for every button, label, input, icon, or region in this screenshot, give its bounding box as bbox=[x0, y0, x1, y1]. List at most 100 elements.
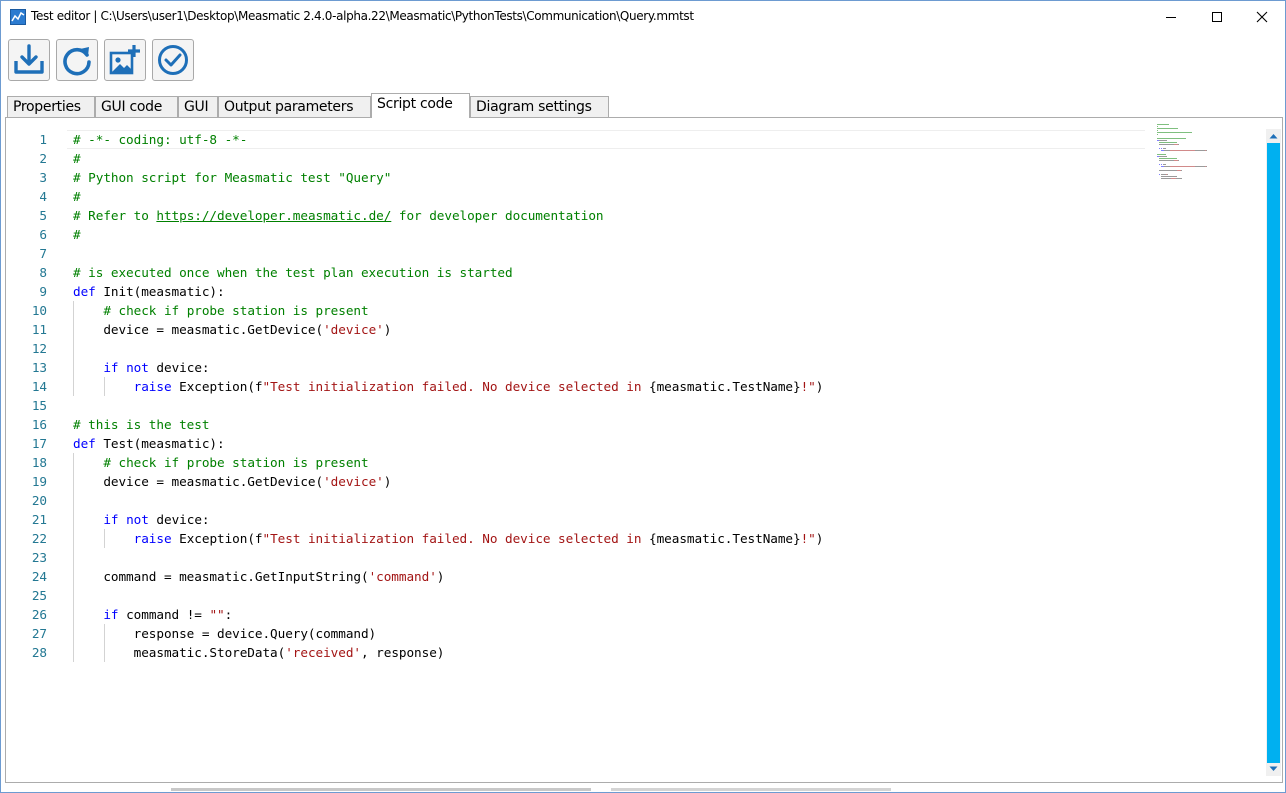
minimap-line bbox=[1162, 132, 1178, 133]
line-number: 24 bbox=[31, 569, 47, 584]
line-number: 1 bbox=[39, 132, 47, 147]
minimize-button[interactable] bbox=[1148, 1, 1194, 32]
minimap-line bbox=[1177, 160, 1178, 161]
code-text: device = measmatic.GetDevice( bbox=[73, 322, 324, 337]
code-line[interactable]: 28 measmatic.StoreData('received', respo… bbox=[7, 643, 1147, 662]
code-line[interactable]: 17 def Test(measmatic): bbox=[7, 434, 1147, 453]
code-text: ) bbox=[815, 379, 824, 394]
test-editor-window: Test editor | C:\Users\user1\Desktop\Mea… bbox=[0, 0, 1286, 793]
code-keyword: not bbox=[126, 512, 149, 527]
save-button[interactable] bbox=[8, 39, 50, 81]
minimap-line bbox=[1159, 144, 1174, 145]
close-icon bbox=[1256, 11, 1268, 22]
code-text: Exception(f bbox=[171, 379, 263, 394]
code-line[interactable]: 2 # bbox=[7, 149, 1147, 168]
tab-gui[interactable]: GUI bbox=[178, 96, 218, 118]
code-string: "Test initialization failed. No device s… bbox=[262, 379, 650, 394]
code-text: device = measmatic.GetDevice( bbox=[73, 474, 324, 489]
code-line[interactable]: 8 # is executed once when the test plan e… bbox=[7, 263, 1147, 282]
code-editor[interactable]: 1 # -*- coding: utf-8 -*- 2 #3 # Python scri… bbox=[7, 120, 1266, 780]
code-line[interactable]: 20 bbox=[7, 491, 1147, 510]
close-button[interactable] bbox=[1239, 1, 1285, 32]
minimap-line bbox=[1194, 150, 1205, 151]
code-minimap[interactable] bbox=[1147, 124, 1247, 194]
code-line[interactable]: 15 bbox=[7, 396, 1147, 415]
code-comment: # -*- coding: utf-8 -*- bbox=[73, 132, 248, 147]
scrollbar-thumb[interactable] bbox=[1267, 143, 1280, 763]
code-content: measmatic.StoreData('received', response… bbox=[73, 643, 445, 662]
code-content: if not device: bbox=[73, 510, 209, 529]
code-line[interactable]: 19 device = measmatic.GetDevice('device'… bbox=[7, 472, 1147, 491]
code-line[interactable]: 10 # check if probe station is present bbox=[7, 301, 1147, 320]
code-keyword: if bbox=[103, 607, 119, 622]
code-line[interactable]: 1 # -*- coding: utf-8 -*- bbox=[7, 130, 1147, 149]
save-download-icon bbox=[14, 44, 44, 74]
maximize-icon bbox=[1212, 11, 1222, 22]
code-line[interactable]: 27 response = device.Query(command) bbox=[7, 624, 1147, 643]
line-number: 13 bbox=[31, 360, 47, 375]
code-line[interactable]: 11 device = measmatic.GetDevice('device'… bbox=[7, 320, 1147, 339]
tab-diagram-settings[interactable]: Diagram settings bbox=[470, 96, 609, 118]
code-string: !" bbox=[800, 379, 816, 394]
code-line[interactable]: 12 bbox=[7, 339, 1147, 358]
minimap-line bbox=[1194, 166, 1205, 167]
tab-output-parameters[interactable]: Output parameters bbox=[218, 96, 371, 118]
code-text: : bbox=[224, 607, 233, 622]
code-content: command = measmatic.GetInputString('comm… bbox=[73, 567, 444, 586]
window-title: Test editor | C:\Users\user1\Desktop\Mea… bbox=[31, 9, 694, 23]
code-string: "Test initialization failed. No device s… bbox=[262, 531, 650, 546]
code-line[interactable]: 4 # bbox=[7, 187, 1147, 206]
code-line[interactable]: 18 # check if probe station is present bbox=[7, 453, 1147, 472]
line-number: 17 bbox=[31, 436, 47, 451]
code-line[interactable]: 21 if not device: bbox=[7, 510, 1147, 529]
code-line[interactable]: 5 # Refer to https://developer.measmatic.… bbox=[7, 206, 1147, 225]
code-line[interactable]: 13 if not device: bbox=[7, 358, 1147, 377]
tab-script-code[interactable]: Script code bbox=[371, 93, 470, 118]
line-number: 5 bbox=[39, 208, 47, 223]
refresh-button[interactable] bbox=[56, 39, 98, 81]
tab-gui-code[interactable]: GUI code bbox=[95, 96, 178, 118]
code-line[interactable]: 26 if command != "": bbox=[7, 605, 1147, 624]
line-number: 22 bbox=[31, 531, 47, 546]
code-string: "" bbox=[209, 607, 225, 622]
scroll-up-icon[interactable] bbox=[1266, 129, 1281, 143]
code-keyword: def bbox=[73, 284, 96, 299]
minimap-line bbox=[1205, 166, 1206, 167]
minimize-icon bbox=[1166, 16, 1176, 18]
scroll-down-icon[interactable] bbox=[1266, 762, 1281, 776]
code-line[interactable]: 25 bbox=[7, 586, 1147, 605]
minimap-line bbox=[1169, 166, 1195, 167]
validate-button[interactable] bbox=[152, 39, 194, 81]
code-string: !" bbox=[800, 531, 816, 546]
tab-properties[interactable]: Properties bbox=[7, 96, 95, 118]
code-text: ) bbox=[815, 531, 824, 546]
code-line[interactable]: 14 raise Exception(f"Test initialization… bbox=[7, 377, 1147, 396]
line-number: 7 bbox=[39, 246, 47, 261]
measmatic-chart-icon bbox=[10, 9, 26, 25]
code-line[interactable]: 24 command = measmatic.GetInputString('c… bbox=[7, 567, 1147, 586]
code-line[interactable]: 23 bbox=[7, 548, 1147, 567]
code-text: command != bbox=[118, 607, 210, 622]
line-number: 8 bbox=[39, 265, 47, 280]
code-line[interactable]: 6 # bbox=[7, 225, 1147, 244]
maximize-button[interactable] bbox=[1194, 1, 1240, 32]
line-number: 20 bbox=[31, 493, 47, 508]
vertical-scrollbar[interactable] bbox=[1266, 129, 1281, 776]
add-image-button[interactable] bbox=[104, 39, 146, 81]
code-line[interactable]: 9 def Init(measmatic): bbox=[7, 282, 1147, 301]
code-line[interactable]: 3 # Python script for Measmatic test "Que… bbox=[7, 168, 1147, 187]
minimap-line bbox=[1162, 164, 1166, 165]
code-line[interactable]: 22 raise Exception(f"Test initialization… bbox=[7, 529, 1147, 548]
line-number: 16 bbox=[31, 417, 47, 432]
code-comment: # Refer to bbox=[73, 208, 157, 223]
code-content: response = device.Query(command) bbox=[73, 624, 377, 643]
code-line[interactable]: 7 bbox=[7, 244, 1147, 263]
minimap-line bbox=[1161, 176, 1177, 177]
title-bar[interactable]: Test editor | C:\Users\user1\Desktop\Mea… bbox=[1, 1, 1285, 32]
code-content: # check if probe station is present bbox=[73, 453, 368, 472]
code-link[interactable]: https://developer.measmatic.de/ bbox=[156, 208, 391, 223]
code-string: 'device' bbox=[323, 322, 384, 337]
code-line[interactable]: 16 # this is the test bbox=[7, 415, 1147, 434]
minimap-line bbox=[1178, 132, 1192, 133]
